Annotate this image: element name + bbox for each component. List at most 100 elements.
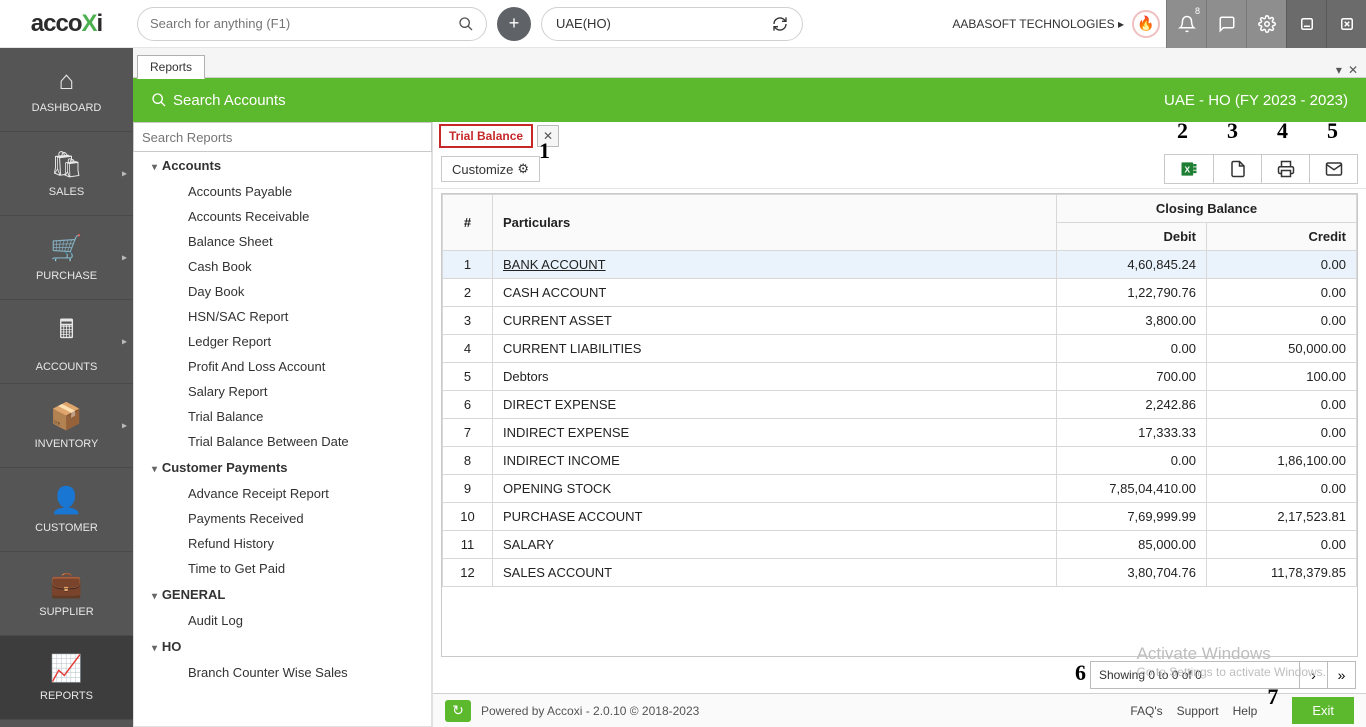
cell-debit: 1,22,790.76 (1057, 279, 1207, 307)
cell-credit: 0.00 (1207, 391, 1357, 419)
tree-item[interactable]: Payments Received (134, 506, 431, 531)
exit-button[interactable]: Exit (1292, 697, 1354, 724)
export-group: X (1164, 154, 1358, 184)
tree-item[interactable]: Day Book (134, 279, 431, 304)
global-search[interactable] (137, 7, 487, 41)
minimize-button[interactable] (1286, 0, 1326, 48)
table-row[interactable]: 12SALES ACCOUNT3,80,704.7611,78,379.85 (443, 559, 1357, 587)
cell-particulars: SALARY (493, 531, 1057, 559)
footer-link-support[interactable]: Support (1177, 704, 1219, 718)
tree-item[interactable]: Advance Receipt Report (134, 481, 431, 506)
customize-button[interactable]: Customize ⚙ (441, 156, 540, 182)
logo: accoXi (0, 0, 133, 48)
tree-item[interactable]: Time to Get Paid (134, 556, 431, 581)
tree-item[interactable]: Trial Balance Between Date (134, 429, 431, 454)
tab-trial-balance[interactable]: Trial Balance (439, 124, 533, 148)
sync-icon[interactable] (772, 16, 788, 32)
settings-button[interactable] (1246, 0, 1286, 48)
nav-accounts[interactable]: 🖩ACCOUNTS▸ (0, 300, 133, 384)
table-row[interactable]: 3CURRENT ASSET3,800.000.00 (443, 307, 1357, 335)
footer-link-faq[interactable]: FAQ's (1130, 704, 1162, 718)
pager-next-button[interactable]: › (1300, 661, 1328, 689)
tree-item[interactable]: Audit Log (134, 608, 431, 633)
chat-button[interactable] (1206, 0, 1246, 48)
reports-search-input[interactable] (133, 122, 432, 152)
inner-tabstrip: Trial Balance ✕ 1 2 3 4 5 (433, 122, 1366, 150)
window-controls (1286, 0, 1366, 48)
annotation-7: 7 (1267, 684, 1278, 710)
reports-pane: AccountsAccounts PayableAccounts Receiva… (133, 122, 433, 727)
boxes-icon: 📦 (50, 401, 82, 432)
table-row[interactable]: 7INDIRECT EXPENSE17,333.330.00 (443, 419, 1357, 447)
nav-inventory[interactable]: 📦INVENTORY▸ (0, 384, 133, 468)
add-button[interactable]: + (497, 7, 531, 41)
cell-debit: 2,242.86 (1057, 391, 1207, 419)
cell-num: 1 (443, 251, 493, 279)
tree-item[interactable]: Branch Counter Wise Sales (134, 660, 431, 685)
table-container[interactable]: # Particulars Closing Balance Debit Cred… (441, 193, 1358, 657)
cell-num: 6 (443, 391, 493, 419)
nav-purchase[interactable]: 🛒PURCHASE▸ (0, 216, 133, 300)
cell-debit: 7,69,999.99 (1057, 503, 1207, 531)
tree-group[interactable]: Customer Payments (134, 454, 431, 481)
table-row[interactable]: 8INDIRECT INCOME0.001,86,100.00 (443, 447, 1357, 475)
nav-supplier[interactable]: 💼SUPPLIER (0, 552, 133, 636)
table-row[interactable]: 6DIRECT EXPENSE2,242.860.00 (443, 391, 1357, 419)
tree-item[interactable]: Ledger Report (134, 329, 431, 354)
panel-close-icon[interactable]: ✕ (1348, 63, 1358, 77)
search-icon[interactable] (458, 16, 474, 32)
pager-last-button[interactable]: » (1328, 661, 1356, 689)
nav-reports[interactable]: 📈REPORTS (0, 636, 133, 720)
email-button[interactable] (1309, 155, 1357, 183)
tree-item[interactable]: Trial Balance (134, 404, 431, 429)
cart-icon: 🛒 (50, 233, 82, 264)
cell-num: 3 (443, 307, 493, 335)
chart-icon: 📈 (50, 653, 82, 684)
print-button[interactable] (1261, 155, 1309, 183)
nav-customer[interactable]: 👤CUSTOMER (0, 468, 133, 552)
tree-item[interactable]: Cash Book (134, 254, 431, 279)
top-right: AABASOFT TECHNOLOGIES ▸ 🔥 8 (952, 0, 1366, 48)
tree-item[interactable]: Accounts Receivable (134, 204, 431, 229)
col-closing-balance: Closing Balance (1057, 195, 1357, 223)
table-row[interactable]: 1BANK ACCOUNT4,60,845.240.00 (443, 251, 1357, 279)
col-num: # (443, 195, 493, 251)
reports-tree[interactable]: AccountsAccounts PayableAccounts Receiva… (133, 152, 432, 727)
export-excel-button[interactable]: X (1165, 155, 1213, 183)
tree-group[interactable]: Accounts (134, 152, 431, 179)
tree-group[interactable]: HO (134, 633, 431, 660)
company-name[interactable]: AABASOFT TECHNOLOGIES ▸ (952, 17, 1124, 31)
org-selector[interactable]: UAE(HO) (541, 7, 803, 41)
tree-item[interactable]: HSN/SAC Report (134, 304, 431, 329)
tree-item[interactable]: Accounts Payable (134, 179, 431, 204)
export-pdf-button[interactable] (1213, 155, 1261, 183)
table-row[interactable]: 11SALARY85,000.000.00 (443, 531, 1357, 559)
fire-icon[interactable]: 🔥 (1132, 10, 1160, 38)
tree-item[interactable]: Salary Report (134, 379, 431, 404)
table-row[interactable]: 9OPENING STOCK7,85,04,410.000.00 (443, 475, 1357, 503)
search-accounts-bar: Search Accounts UAE - HO (FY 2023 - 2023… (133, 78, 1366, 122)
annotation-2: 2 (1177, 118, 1188, 144)
nav-dashboard[interactable]: ⌂DASHBOARD (0, 48, 133, 132)
footer-link-help[interactable]: Help (1233, 704, 1258, 718)
table-row[interactable]: 5Debtors700.00100.00 (443, 363, 1357, 391)
nav-sales[interactable]: 🛍SALES▸ (0, 132, 133, 216)
tree-group[interactable]: GENERAL (134, 581, 431, 608)
tree-item[interactable]: Refund History (134, 531, 431, 556)
footer-links: FAQ's Support Help (1130, 704, 1257, 718)
tree-item[interactable]: Profit And Loss Account (134, 354, 431, 379)
table-row[interactable]: 10PURCHASE ACCOUNT7,69,999.992,17,523.81 (443, 503, 1357, 531)
table-row[interactable]: 2CASH ACCOUNT1,22,790.760.00 (443, 279, 1357, 307)
cell-credit: 0.00 (1207, 251, 1357, 279)
notifications-button[interactable]: 8 (1166, 0, 1206, 48)
close-button[interactable] (1326, 0, 1366, 48)
tree-item[interactable]: Balance Sheet (134, 229, 431, 254)
doc-tab-reports[interactable]: Reports (137, 55, 205, 79)
annotation-1: 1 (539, 138, 550, 164)
cell-particulars: DIRECT EXPENSE (493, 391, 1057, 419)
cell-particulars[interactable]: BANK ACCOUNT (493, 251, 1057, 279)
annotation-5: 5 (1327, 118, 1338, 144)
panel-dropdown-icon[interactable]: ▾ (1336, 63, 1342, 77)
global-search-input[interactable] (150, 16, 458, 31)
table-row[interactable]: 4CURRENT LIABILITIES0.0050,000.00 (443, 335, 1357, 363)
